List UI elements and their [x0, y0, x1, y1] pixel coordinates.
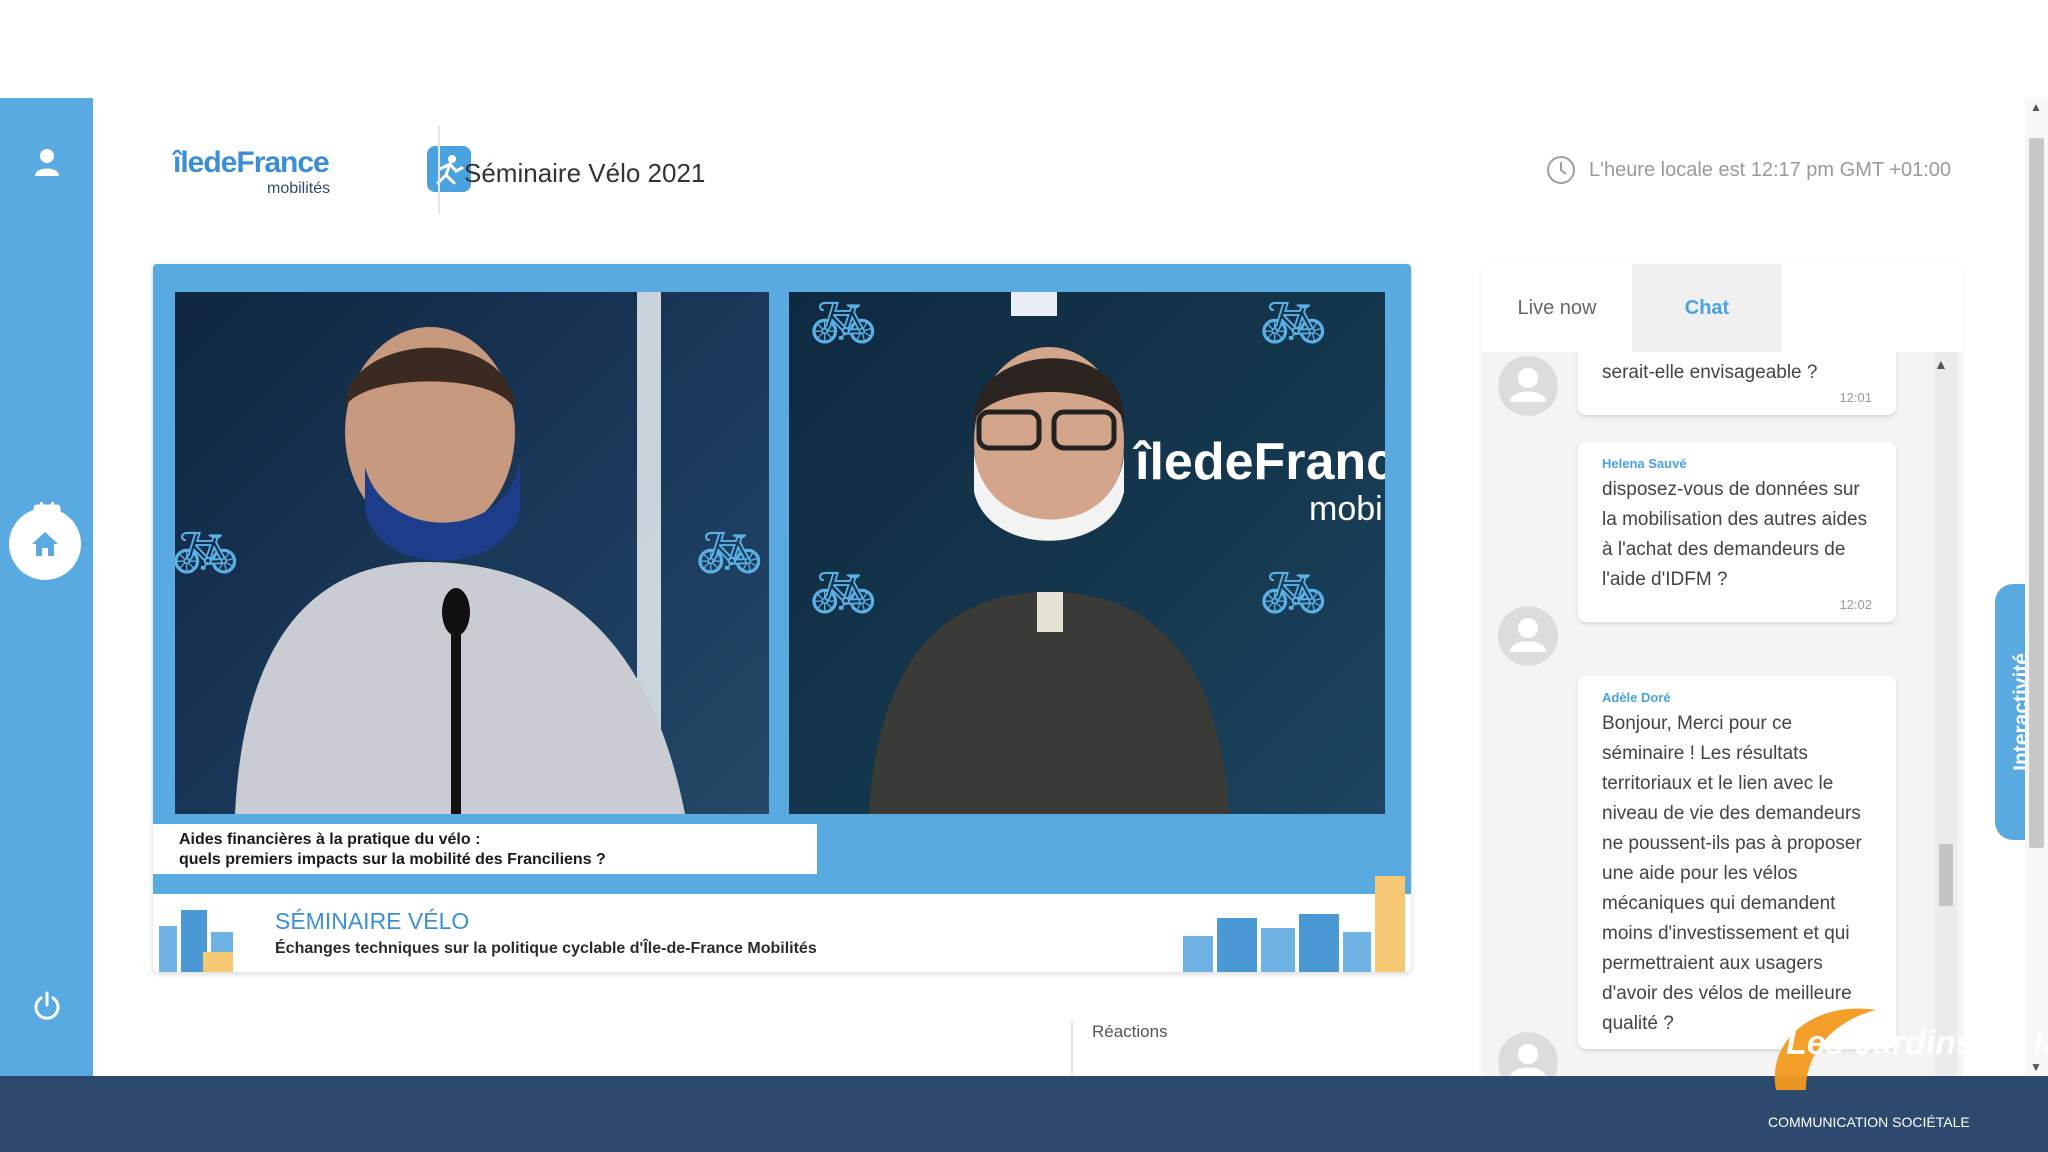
header-divider	[438, 126, 440, 214]
city-building	[1343, 932, 1371, 972]
scroll-up-arrow-icon[interactable]: ▲	[1934, 356, 1948, 372]
reactions-label: Réactions	[1092, 1022, 1168, 1041]
caption-line-1: Aides financières à la pratique du vélo …	[179, 831, 481, 848]
local-time: L'heure locale est 12:17 pm GMT +01:00	[1545, 154, 1951, 186]
watermark-subtitle: COMMUNICATION SOCIÉTALE	[1768, 1114, 1970, 1130]
city-building	[159, 926, 177, 972]
banner-title: SÉMINAIRE VÉLO	[275, 908, 470, 934]
sidebar	[0, 98, 93, 1076]
city-building	[1375, 876, 1405, 972]
video-player[interactable]: 🚲︎ 🚲︎ 🚲︎ 🚲︎ 🚲︎ 🚲︎ îledeFranc mobi Aides …	[153, 264, 1411, 972]
avatar	[1498, 356, 1558, 416]
clock-icon	[1547, 156, 1575, 184]
chat-message: serait-elle envisageable ? 12:01	[1578, 352, 1896, 415]
video-panel-left: 🚲︎ 🚲︎	[175, 292, 769, 814]
bike-icon: 🚲︎	[809, 293, 878, 353]
watermark-logo: Les Jardins de la Cité COMMUNICATION SOC…	[1746, 994, 2048, 1132]
chat-message: Helena Sauvé disposez-vous de données su…	[1578, 442, 1896, 622]
top-margin	[0, 0, 2048, 98]
user-avatar-icon	[1510, 1044, 1546, 1076]
page-title: Séminaire Vélo 2021	[464, 158, 706, 188]
video-banner: SÉMINAIRE VÉLO Échanges techniques sur l…	[153, 876, 1411, 972]
home-icon	[32, 532, 58, 556]
banner-subtitle: Échanges techniques sur la politique cyc…	[275, 940, 817, 957]
video-caption: Aides financières à la pratique du vélo …	[153, 824, 817, 874]
message-author: Adèle Doré	[1602, 690, 1671, 705]
city-building	[203, 952, 233, 972]
message-text: serait-elle envisageable ?	[1602, 362, 1818, 383]
main-content: îledeFrance mobilités Séminaire Vélo 202…	[93, 98, 2025, 1076]
chat-scrollbar[interactable]	[1935, 352, 1957, 1076]
user-avatar-icon	[1510, 618, 1546, 652]
calendar-icon[interactable]	[0, 498, 93, 534]
city-building	[1217, 918, 1257, 972]
message-text: Bonjour, Merci pour ce séminaire ! Les r…	[1602, 713, 1862, 1034]
caption-line-2: quels premiers impacts sur la mobilité d…	[179, 851, 606, 868]
bike-icon: 🚲︎	[809, 563, 878, 623]
page-scroll-thumb[interactable]	[2029, 138, 2044, 848]
bottom-bar	[0, 1076, 2048, 1152]
tab-live-now[interactable]: Live now	[1482, 264, 1632, 352]
chat-messages[interactable]: serait-elle envisageable ? 12:01 Helena …	[1482, 352, 1962, 1076]
logo-brand: îledeFrance	[173, 146, 330, 179]
local-time-text: L'heure locale est 12:17 pm GMT +01:00	[1589, 158, 1952, 181]
city-building	[1183, 936, 1213, 972]
user-avatar-icon	[1510, 368, 1546, 402]
logo-sub: mobilités	[267, 180, 331, 197]
message-time: 12:02	[1839, 597, 1872, 612]
idfm-logo: îledeFrance mobilités	[173, 146, 471, 202]
user-icon[interactable]	[0, 142, 93, 182]
chat-scroll-thumb[interactable]	[1939, 844, 1953, 906]
power-icon[interactable]	[0, 986, 93, 1026]
panel-brand-sub: mobi	[1309, 490, 1383, 528]
bike-icon: 🚲︎	[1259, 563, 1328, 623]
message-author: Helena Sauvé	[1602, 456, 1687, 471]
message-text: disposez-vous de données sur la mobilisa…	[1602, 479, 1868, 590]
watermark-title: Les Jardins de la Cité	[1786, 1024, 2048, 1062]
chat-tabs: Live now Chat	[1482, 264, 1962, 352]
page-scrollbar[interactable]: ▲ ▼	[2025, 98, 2048, 1076]
message-time: 12:01	[1839, 390, 1872, 405]
video-panel-right: 🚲︎ 🚲︎ 🚲︎ 🚲︎ îledeFranc mobi	[789, 292, 1385, 814]
reactions-divider	[1071, 1020, 1073, 1076]
city-building	[1299, 914, 1339, 972]
speaker-right-figure	[869, 347, 1229, 814]
city-building	[1261, 928, 1295, 972]
bike-icon: 🚲︎	[1259, 293, 1328, 353]
chat-panel: Live now Chat serait-elle envisageable ?…	[1482, 264, 1962, 1076]
avatar	[1498, 1032, 1558, 1076]
avatar	[1498, 606, 1558, 666]
tab-chat[interactable]: Chat	[1632, 264, 1782, 352]
scroll-up-arrow-icon[interactable]: ▲	[2030, 100, 2042, 114]
speaker-left-figure	[235, 327, 685, 814]
